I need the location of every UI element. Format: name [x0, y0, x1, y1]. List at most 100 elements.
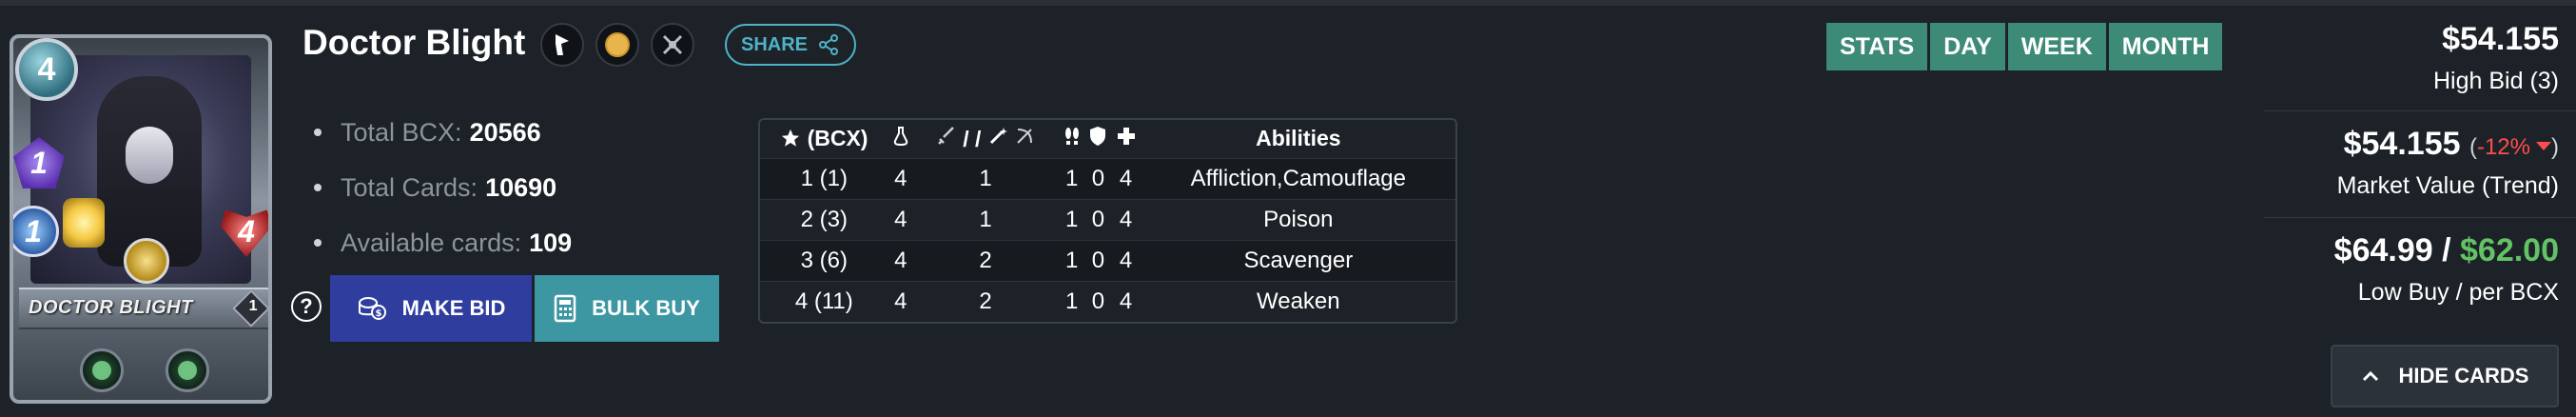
- card-rarity-gem: [124, 238, 169, 284]
- cell-abilities: Weaken: [1141, 280, 1455, 322]
- hide-cards-label: HIDE CARDS: [2398, 364, 2529, 387]
- cell-attack: 2: [912, 239, 1059, 281]
- bulk-buy-button[interactable]: BULK BUY: [535, 275, 719, 342]
- low-buy-block: $64.99 / $62.00 Low Buy / per BCX: [2334, 232, 2559, 307]
- cell-speed: 1: [1058, 157, 1086, 199]
- market-value-label: Market Value (Trend): [2336, 172, 2559, 199]
- cell-level: 4 (11): [760, 280, 888, 322]
- share-label: SHARE: [740, 33, 808, 55]
- cell-attack: 1: [912, 198, 1059, 240]
- cell-attack: 2: [912, 280, 1059, 322]
- cell-armor: 0: [1085, 157, 1111, 199]
- cell-health: 4: [1110, 280, 1142, 322]
- header-attack: / /: [913, 120, 1058, 158]
- trend-down-icon: [2536, 141, 2551, 150]
- art-plague-mask: [126, 127, 173, 184]
- table-row: 4 (11) 4 2 1 0 4 Weaken: [760, 280, 1455, 322]
- cell-mana: 4: [888, 239, 913, 281]
- timeframe-tabs: STATS DAY WEEK MONTH: [1826, 23, 2223, 70]
- splinter-death-icon: [540, 23, 584, 67]
- per-bcx-price: $62.00: [2460, 232, 2559, 268]
- header-mana: [888, 120, 913, 158]
- cell-armor: 0: [1085, 198, 1111, 240]
- header-health: [1111, 120, 1142, 158]
- share-icon: [819, 34, 838, 55]
- make-bid-button[interactable]: $ MAKE BID: [330, 275, 532, 342]
- card-level-badge: 1: [232, 289, 268, 328]
- magic-wand-icon: [989, 127, 1007, 144]
- high-bid-block: $54.155 High Bid (3): [2433, 21, 2559, 95]
- ranged-bow-icon: [1017, 128, 1033, 144]
- high-bid-price: $54.155: [2442, 21, 2559, 57]
- table-row: 3 (6) 4 2 1 0 4 Scavenger: [760, 239, 1455, 281]
- header-speed: [1058, 120, 1085, 158]
- cell-abilities: Scavenger: [1141, 239, 1455, 281]
- top-border: [0, 0, 2576, 6]
- table-row: 1 (1) 4 1 1 0 4 Affliction,Camouflage: [760, 157, 1455, 199]
- card-stats-list: Total BCX: 20566 Total Cards: 10690 Availa…: [314, 105, 572, 270]
- cell-speed: 1: [1058, 239, 1086, 281]
- cell-level: 1 (1): [760, 157, 888, 199]
- cell-armor: 0: [1085, 280, 1111, 322]
- stat-total-bcx: Total BCX: 20566: [314, 105, 572, 160]
- header-abilities: Abilities: [1256, 126, 1341, 151]
- card-speed-stat: 1: [13, 206, 59, 257]
- cell-health: 4: [1110, 157, 1142, 199]
- header-level: (BCX): [760, 120, 888, 158]
- hide-cards-button[interactable]: HIDE CARDS: [2331, 345, 2559, 407]
- card-mana-cost: 4: [15, 38, 78, 101]
- melee-sword-icon: [937, 126, 954, 145]
- card-namebar: DOCTOR BLIGHT 1: [19, 288, 268, 329]
- tab-day[interactable]: DAY: [1930, 23, 2005, 70]
- share-button[interactable]: SHARE: [725, 24, 856, 66]
- market-value-price: $54.155: [2343, 126, 2461, 162]
- shield-icon: [1090, 126, 1106, 146]
- mana-flask-icon: [893, 126, 907, 146]
- art-lantern: [63, 198, 105, 248]
- page-title: Doctor Blight: [302, 23, 526, 62]
- card-level: 1: [248, 297, 258, 314]
- coins-icon: $: [358, 297, 386, 320]
- camouflage-icon: [166, 348, 209, 392]
- cell-level: 3 (6): [760, 239, 888, 281]
- trend-percent: -12%: [2476, 134, 2530, 160]
- card-image[interactable]: 4 1 1 4 DOCTOR BLIGHT 1: [10, 34, 272, 404]
- low-buy-label: Low Buy / per BCX: [2357, 279, 2559, 306]
- battle-icon: [651, 23, 694, 67]
- footprints-icon: [1064, 127, 1079, 145]
- cell-mana: 4: [888, 157, 913, 199]
- divider: [2264, 217, 2576, 218]
- low-buy-price: $64.99: [2333, 232, 2433, 268]
- header-armor: [1085, 120, 1110, 158]
- tab-stats[interactable]: STATS: [1826, 23, 1928, 70]
- cell-speed: 1: [1058, 198, 1086, 240]
- gold-foil-icon: [595, 23, 639, 67]
- cell-attack: 1: [912, 157, 1059, 199]
- cell-abilities: Poison: [1141, 198, 1455, 240]
- stat-available-cards: Available cards: 109: [314, 215, 572, 270]
- help-icon[interactable]: ?: [291, 291, 322, 322]
- level-stats-table: (BCX) / / Abilities 1 (1) 4 1 1 0 4 Affl…: [758, 118, 1457, 324]
- cell-speed: 1: [1058, 280, 1086, 322]
- tab-week[interactable]: WEEK: [2007, 23, 2106, 70]
- stat-total-cards: Total Cards: 10690: [314, 160, 572, 215]
- bulk-buy-label: BULK BUY: [592, 296, 700, 320]
- divider: [2264, 110, 2576, 111]
- make-bid-label: MAKE BID: [401, 296, 506, 320]
- affliction-icon: [80, 348, 124, 392]
- low-buy-row: $64.99 / $62.00: [2333, 232, 2559, 268]
- svg-text:$: $: [375, 308, 381, 319]
- cell-level: 2 (3): [760, 198, 888, 240]
- high-bid-label: High Bid (3): [2433, 68, 2559, 94]
- card-name: DOCTOR BLIGHT: [29, 297, 193, 318]
- cell-health: 4: [1110, 239, 1142, 281]
- cell-health: 4: [1110, 198, 1142, 240]
- health-cross-icon: [1117, 127, 1135, 145]
- cell-abilities: Affliction,Camouflage: [1141, 157, 1455, 199]
- tab-month[interactable]: MONTH: [2108, 23, 2223, 70]
- market-value-row: $54.155 (-12%): [2343, 126, 2559, 162]
- cell-mana: 4: [888, 198, 913, 240]
- table-row: 2 (3) 4 1 1 0 4 Poison: [760, 198, 1455, 240]
- cell-armor: 0: [1085, 239, 1111, 281]
- star-icon: [782, 129, 800, 147]
